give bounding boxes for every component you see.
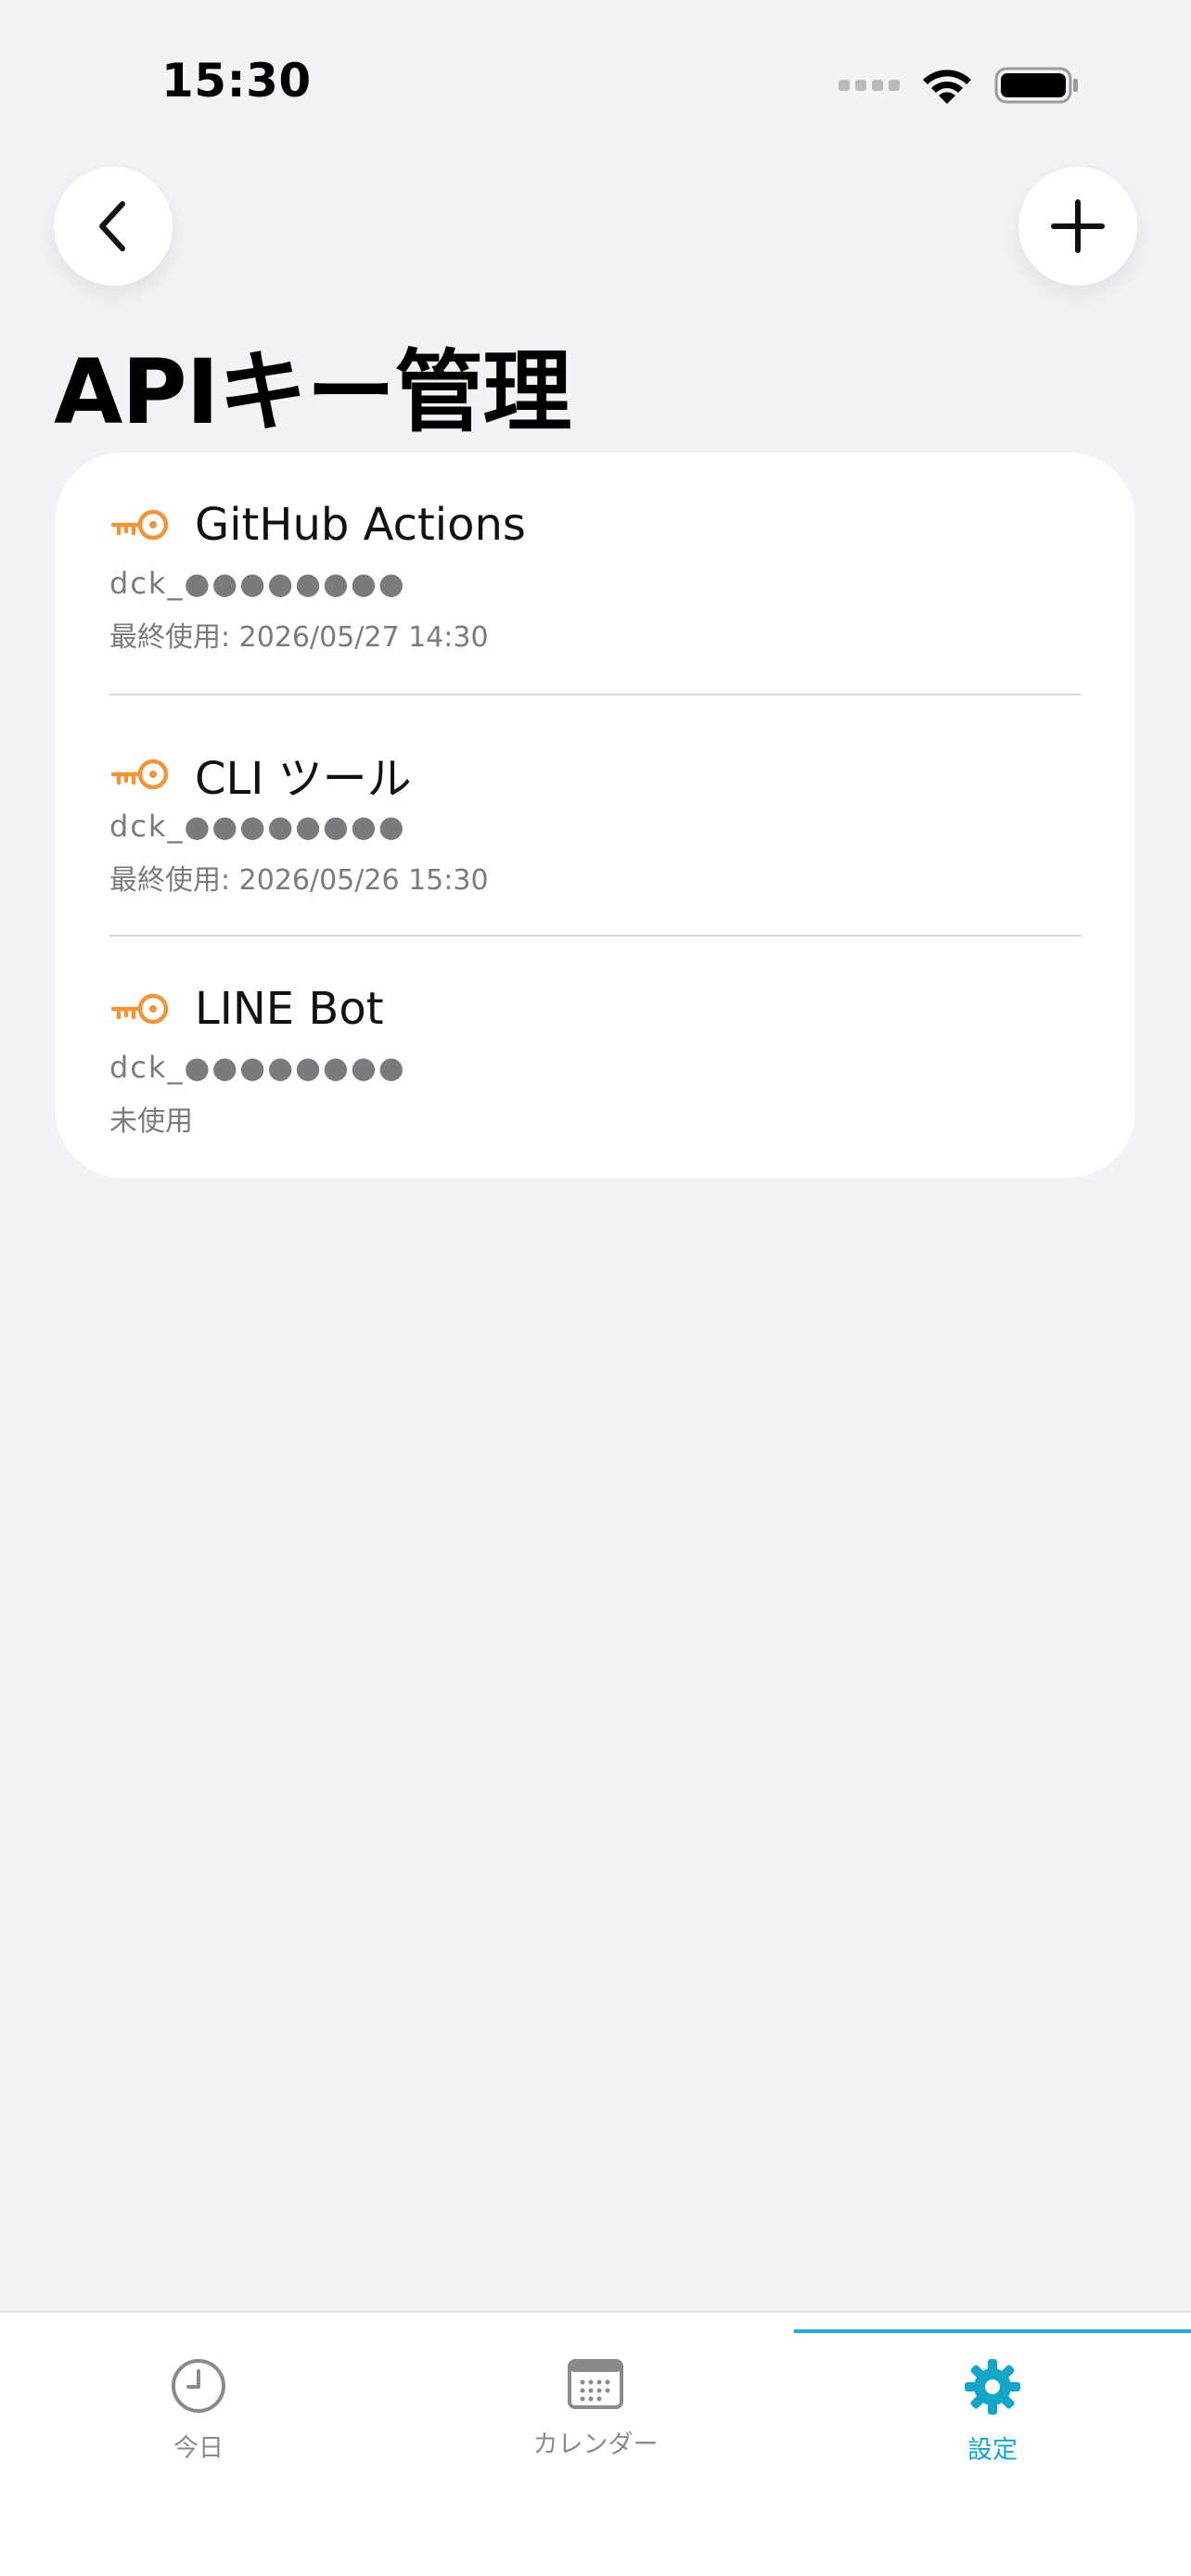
tab-bar: 今日 カレンダー 設定 [0,2311,1191,2576]
api-key-row[interactable]: LINE Bot dck_●●●●●●●● 未使用 [109,935,1082,1178]
api-key-row[interactable]: GitHub Actions dck_●●●●●●●● 最終使用: 2026/0… [109,453,1082,695]
tab-label: 設定 [967,2436,1018,2465]
chevron-left-icon [99,201,125,251]
calendar-icon [568,2359,623,2409]
api-key-header: GitHub Actions [109,499,526,551]
tab-label: カレンダー [532,2430,659,2459]
key-icon [110,759,169,790]
api-key-name: CLI ツール [195,753,412,805]
tab-label: 今日 [173,2434,224,2463]
api-key-masked-value: dck_●●●●●●●● [109,566,406,601]
api-key-masked-value: dck_●●●●●●●● [109,1050,406,1085]
gear-icon [965,2359,1020,2415]
api-key-last-used: 未使用 [109,1105,193,1138]
battery-icon [994,67,1078,104]
tab-today[interactable]: 今日 [0,2357,397,2464]
api-key-header: LINE Bot [109,983,384,1035]
api-key-name: LINE Bot [195,983,384,1035]
cellular-signal-icon [839,80,900,91]
tab-calendar[interactable]: カレンダー [397,2357,794,2460]
key-icon [110,993,169,1025]
add-key-button[interactable] [1018,167,1137,286]
clock-icon [172,2359,225,2413]
api-key-list: GitHub Actions dck_●●●●●●●● 最終使用: 2026/0… [56,453,1135,1178]
tab-settings[interactable]: 設定 [794,2357,1191,2466]
wifi-icon [923,70,971,104]
page-title: APIキー管理 [54,340,571,444]
api-key-name: GitHub Actions [195,499,526,551]
status-indicators [839,65,1080,106]
api-key-masked-value: dck_●●●●●●●● [109,809,406,844]
plus-icon [1051,199,1105,253]
api-key-last-used: 最終使用: 2026/05/26 15:30 [109,864,489,897]
key-icon [110,509,169,541]
back-button[interactable] [54,167,173,286]
screen: 15:30 APIキー管理 GitHub Actions dck_●●●●●●●… [0,0,1191,2576]
api-key-last-used: 最終使用: 2026/05/27 14:30 [109,621,489,654]
active-tab-indicator [794,2329,1191,2333]
api-key-header: CLI ツール [109,742,412,807]
status-time: 15:30 [161,54,312,108]
api-key-row[interactable]: CLI ツール dck_●●●●●●●● 最終使用: 2026/05/26 15… [109,694,1082,937]
